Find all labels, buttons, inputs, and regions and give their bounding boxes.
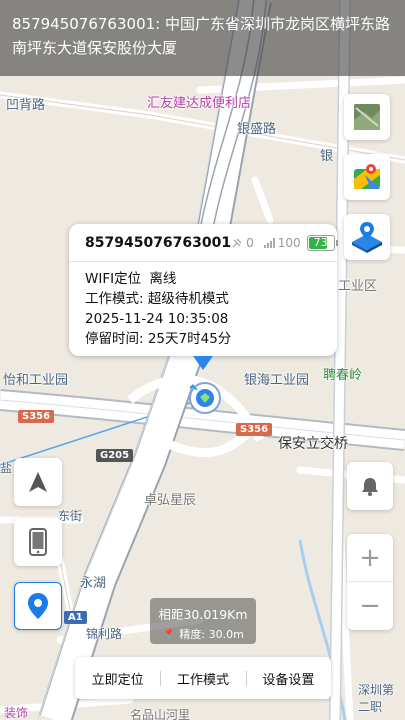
accuracy-text: 精度: 30.0m [179,628,244,641]
accuracy-line: 📍 精度: 30.0m [150,626,256,642]
bottom-action-bar: 立即定位 工作模式 设备设置 [75,657,331,699]
street-view-button[interactable] [344,214,390,260]
phone-location-button[interactable] [14,518,62,566]
poi-label: 装饰 [4,706,29,720]
map-app-icon [354,164,380,189]
poi-label: 名品山河里 [130,708,191,720]
poi-label: 盐 [0,461,13,475]
road-label: 银 [320,149,334,164]
work-mode-button[interactable]: 工作模式 [160,669,245,688]
poi-label: 深圳第二职 [358,683,395,714]
device-location-button[interactable] [14,582,62,630]
road-badge: S356 [18,410,55,423]
zoom-out-button[interactable]: − [347,582,393,630]
area-label: 工业区 [338,279,378,294]
poi-label: 卓弘星辰 [144,493,197,508]
location-pin-icon [28,593,48,619]
device-marker-icon [189,382,221,414]
alarm-button[interactable] [347,462,393,510]
device-info-popup[interactable]: 857945076763001 0 100 73 WIFI定位 离线 工作模式:… [69,224,338,356]
locate-now-button[interactable]: 立即定位 [75,669,160,688]
address-banner: 857945076763001: 中国广东省深圳市龙岗区横坪东路南坪东大道保安股… [0,0,405,76]
zoom-in-button[interactable]: + [347,534,393,582]
street-view-icon [352,222,382,253]
road-label: 凹背路 [6,98,46,113]
location-mode: WIFI定位 [85,271,142,287]
stay-time-line: 停留时间: 25天7时45分 [85,331,232,347]
navigation-arrow-icon [29,472,47,492]
distance-box: 相距30.019Km 📍 精度: 30.0m [150,598,256,644]
poi-shop-label: 汇友建达成便利店 [147,96,252,111]
road-label: 锦利路 [86,627,123,641]
road-badge: A1 [64,611,87,624]
distance-text: 相距30.019Km [158,607,248,622]
device-settings-button[interactable]: 设备设置 [245,669,331,688]
device-marker[interactable] [186,381,224,415]
battery-value: 73 [313,235,328,249]
popup-body: WIFI定位 离线 工作模式: 超级待机模式 2025-11-24 10:35:… [69,262,337,356]
satellite-layer-icon [354,104,380,130]
road-badge: S356 [236,423,273,436]
poi-label: 聘春岭 [323,368,363,383]
popup-pointer [193,356,213,370]
work-mode-line: 工作模式: 超级待机模式 [85,291,229,307]
zoom-control: + − [347,534,393,630]
device-id: 857945076763001 [85,234,232,251]
road-badge: G205 [96,449,134,462]
battery-icon: 73 [306,234,338,251]
device-stats: 0 100 73 [231,234,338,251]
poi-label: 永湖 [80,576,107,591]
direction-button[interactable] [14,458,62,506]
phone-icon [29,528,47,556]
location-line: WIFI定位 离线 [85,269,321,289]
address-text: 857945076763001: 中国广东省深圳市龙岗区横坪东路南坪东大道保安股… [12,15,390,57]
map-layer-button[interactable] [344,94,390,140]
poi-label: 怡和工业园 [3,373,69,388]
satellite-count: 0 [246,235,254,250]
signal-icon [263,237,275,248]
road-label: 保安立交桥 [278,436,348,452]
poi-label: 银海工业园 [244,373,310,388]
popup-header: 857945076763001 0 100 73 [69,224,338,262]
signal-value: 100 [277,235,301,250]
pin-icon: 📍 [162,628,176,641]
satellite-icon [232,238,242,247]
bell-icon [362,478,378,496]
online-status: 离线 [149,271,177,287]
road-label: 银盛路 [237,122,277,137]
datetime-line: 2025-11-24 10:35:08 [85,311,229,327]
navigation-app-button[interactable] [344,154,390,200]
